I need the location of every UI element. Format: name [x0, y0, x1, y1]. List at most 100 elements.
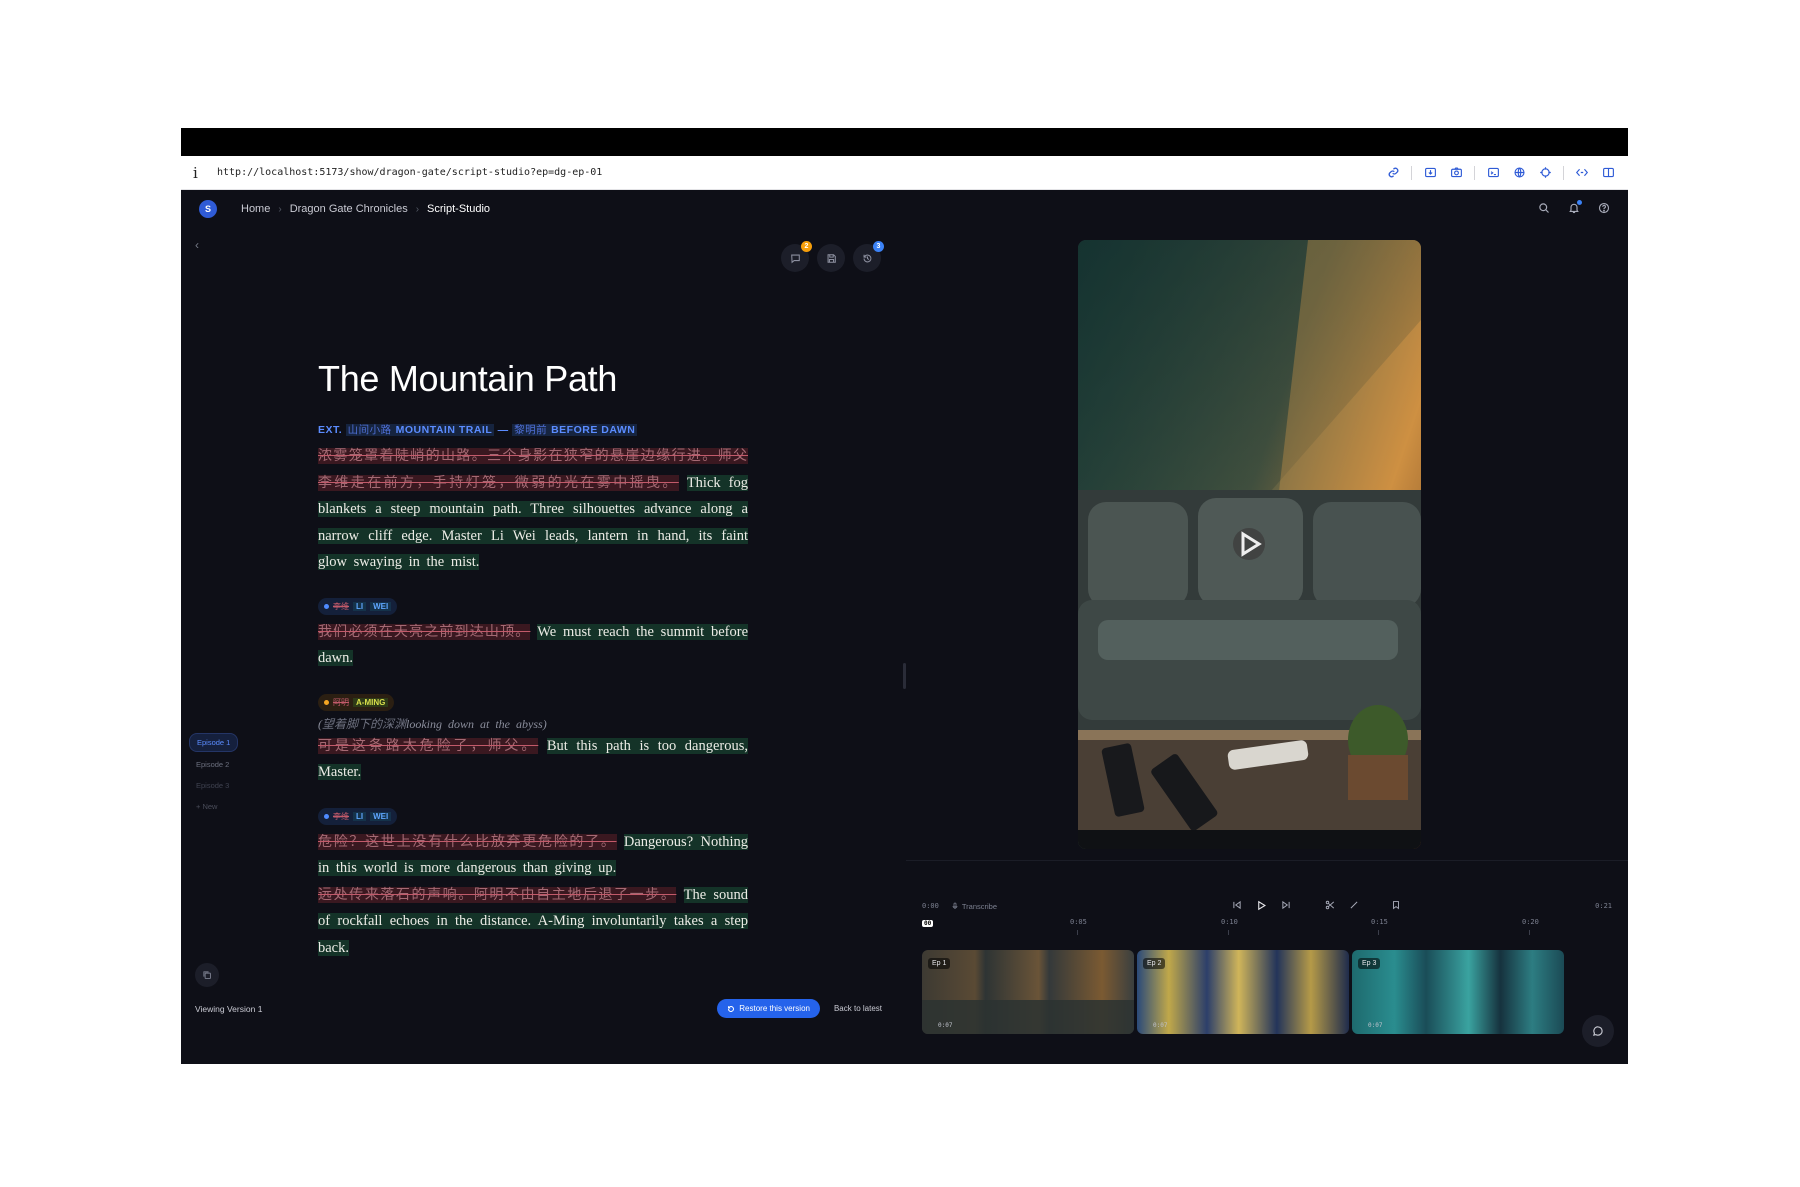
clip-duration: 0:07 — [1153, 1022, 1168, 1029]
character-tag-a-ming[interactable]: 阿明 A-MING — [318, 693, 395, 711]
copy-icon — [203, 971, 211, 979]
deleted-text: 远处传来落石的声响。阿明不由自主地后退了一步。 — [318, 886, 677, 903]
scene-location: MOUNTAIN TRAIL — [393, 424, 495, 436]
dialogue-block[interactable]: 可是这条路太危险了，师父。 But this path is too dange… — [318, 733, 749, 786]
globe-icon[interactable] — [1511, 165, 1527, 181]
help-icon[interactable] — [1598, 202, 1610, 217]
current-time: 0:00 — [922, 902, 939, 910]
skip-back-icon[interactable] — [1232, 900, 1242, 912]
deleted-text: 望着脚下的深渊 — [322, 716, 407, 731]
crosshair-icon[interactable] — [1537, 165, 1553, 181]
timeline-ruler[interactable]: 00 0:05 0:10 0:15 0:20 — [922, 918, 1562, 940]
breadcrumb-current: Script-Studio — [427, 203, 491, 215]
comments-count-badge: 2 — [801, 241, 812, 252]
character-name-cn: 李维 — [333, 601, 349, 611]
chat-button[interactable] — [1582, 1015, 1614, 1047]
site-info-icon[interactable]: i — [193, 164, 211, 182]
link-icon[interactable] — [1385, 165, 1401, 181]
breadcrumb-show[interactable]: Dragon Gate Chronicles — [290, 203, 408, 215]
action-block[interactable]: 远处传来落石的声响。阿明不由自主地后退了一步。 The sound of roc… — [318, 882, 749, 962]
episode-item-1[interactable]: Episode 1 — [189, 733, 239, 752]
skip-forward-icon[interactable] — [1281, 900, 1291, 912]
character-tag-li-wei[interactable]: 李维 LI WEI — [318, 807, 398, 825]
comment-icon — [790, 254, 800, 263]
character-name-part: WEI — [370, 601, 392, 611]
code-icon[interactable] — [1574, 165, 1590, 181]
deleted-text: 危险？这世上没有什么比放弃更危险的了。 — [318, 833, 617, 850]
version-bar: Viewing Version 1 Restore this version B… — [181, 991, 906, 1026]
character-tag-li-wei[interactable]: 李维 LI WEI — [318, 597, 398, 615]
ruler-tick — [1529, 930, 1530, 935]
history-icon — [863, 254, 871, 262]
download-icon[interactable] — [1422, 165, 1438, 181]
character-name: A-MING — [353, 697, 389, 707]
clip-label: Ep 1 — [928, 958, 951, 969]
scene-heading[interactable]: EXT. 山间小路 MOUNTAIN TRAIL — 黎明前 BEFORE DAWN — [318, 422, 748, 437]
document-actions: 2 3 — [781, 241, 884, 272]
terminal-icon[interactable] — [1485, 165, 1501, 181]
character-name-cn: 李维 — [333, 811, 349, 821]
save-button[interactable] — [817, 244, 845, 272]
character-name-part: LI — [353, 601, 367, 611]
scene-time-cn: 黎明前 — [512, 424, 550, 436]
ruler-tick-label: 0:05 — [1070, 918, 1087, 926]
clip-ep-2[interactable]: Ep 2 0:07 — [1137, 950, 1349, 1034]
ruler-tick-label: 0:20 — [1522, 918, 1539, 926]
microphone-icon — [952, 902, 958, 909]
scissors-icon[interactable] — [1325, 900, 1335, 912]
transcribe-label: Transcribe — [961, 901, 998, 911]
search-icon[interactable] — [1538, 202, 1550, 217]
app-logo[interactable]: S — [199, 200, 217, 218]
history-button[interactable]: 3 — [853, 241, 884, 272]
restore-version-button[interactable]: Restore this version — [717, 999, 820, 1018]
comments-button[interactable]: 2 — [781, 241, 812, 272]
transcribe-button[interactable]: Transcribe — [951, 902, 997, 911]
toolbar-divider — [1474, 165, 1475, 180]
play-overlay-button[interactable] — [1233, 528, 1265, 560]
script-title[interactable]: The Mountain Path — [318, 358, 748, 400]
character-name-cn: 阿明 — [333, 697, 349, 707]
new-episode-button[interactable]: + New — [189, 798, 238, 815]
action-block[interactable]: 浓雾笼罩着陡峭的山路。三个身影在狭窄的悬崖边缘行进。师父李维走在前方，手持灯笼，… — [318, 443, 749, 576]
ruler-tick-label: 0:10 — [1221, 918, 1238, 926]
playback-controls — [1232, 900, 1401, 913]
header-actions — [1538, 199, 1610, 217]
ruler-tick-label: 0:15 — [1371, 918, 1388, 926]
toolbar-divider — [1563, 165, 1564, 180]
paren-close: ) — [542, 716, 547, 731]
sidebar-icon[interactable] — [1600, 165, 1616, 181]
dialogue-block[interactable]: 危险？这世上没有什么比放弃更危险的了。 Dangerous? Nothing i… — [318, 829, 749, 882]
playhead[interactable]: 00 — [922, 920, 934, 927]
chat-bubble-icon — [1593, 1026, 1603, 1036]
clip-ep-3[interactable]: Ep 3 0:07 — [1352, 950, 1564, 1034]
restore-version-label: Restore this version — [739, 1004, 810, 1013]
character-dot — [324, 603, 329, 609]
ruler-tick — [1378, 930, 1379, 935]
video-preview[interactable] — [1078, 240, 1421, 849]
notifications-button[interactable] — [1568, 199, 1582, 217]
slash-icon[interactable] — [1349, 900, 1359, 912]
clip-thumbnail-strip — [922, 1000, 1134, 1034]
clip-label: Ep 2 — [1143, 958, 1166, 969]
bookmark-icon[interactable] — [1391, 900, 1401, 912]
deleted-text: 我们必须在天亮之前到达山顶。 — [318, 623, 531, 640]
camera-icon[interactable] — [1448, 165, 1464, 181]
browser-toolbar — [1385, 165, 1616, 181]
dialogue-block[interactable]: 我们必须在天亮之前到达山顶。 We must reach the summit … — [318, 619, 749, 672]
episode-item-2[interactable]: Episode 2 — [189, 756, 238, 773]
scene-prefix: EXT. — [318, 424, 343, 436]
back-to-latest-button[interactable]: Back to latest — [834, 1004, 882, 1013]
breadcrumb-home[interactable]: Home — [241, 203, 270, 215]
ruler-tick — [1228, 930, 1229, 935]
collapse-sidebar-button[interactable]: ‹ — [195, 238, 199, 252]
url-text[interactable]: http://localhost:5173/show/dragon-gate/s… — [217, 167, 1385, 178]
parenthetical[interactable]: (望着脚下的深渊looking down at the abyss) — [318, 715, 748, 733]
play-icon[interactable] — [1256, 900, 1267, 913]
clip-ep-1[interactable]: Ep 1 0:07 — [922, 950, 1134, 1034]
browser-url-bar: i http://localhost:5173/show/dragon-gate… — [181, 156, 1628, 190]
timeline-divider — [906, 860, 1628, 861]
preview-pane: 0:00 Transcribe 0:21 00 0:05 0:10 0:15 0… — [906, 228, 1628, 1064]
duplicate-button[interactable] — [195, 963, 219, 987]
episode-item-3[interactable]: Episode 3 — [189, 777, 238, 794]
window-top-strip — [181, 128, 1628, 156]
